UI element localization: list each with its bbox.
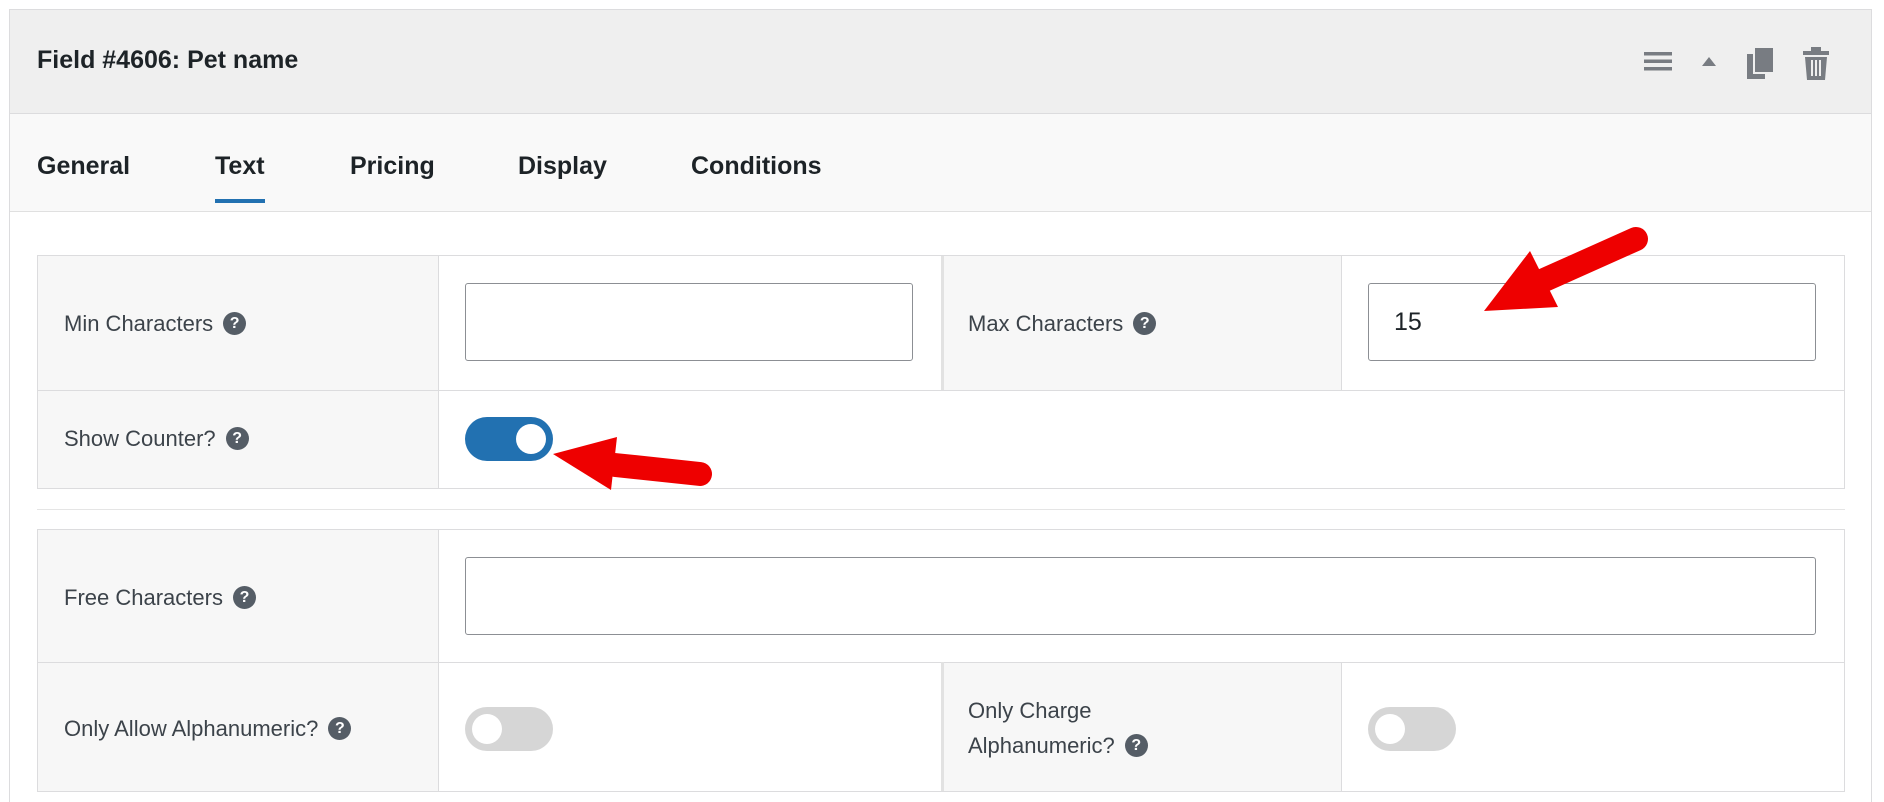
only-charge-text-line1: Only Charge: [968, 698, 1092, 723]
label-column: [38, 530, 438, 791]
panel-title: Field #4606: Pet name: [37, 46, 299, 74]
show-counter-text: Show Counter?: [64, 426, 216, 451]
help-icon[interactable]: ?: [232, 585, 256, 609]
label-column: [38, 256, 438, 488]
free-characters-text: Free Characters: [64, 585, 223, 610]
free-characters-label: Free Characters?: [64, 585, 256, 611]
divider: [1341, 662, 1342, 791]
panel-header: Field #4606: Pet name: [10, 10, 1871, 114]
only-charge-alphanumeric-label: Only Charge Alphanumeric??: [968, 693, 1148, 763]
section-separator: [37, 509, 1845, 510]
help-icon[interactable]: ?: [1124, 733, 1148, 757]
show-counter-label: Show Counter??: [64, 426, 249, 452]
show-counter-toggle[interactable]: [465, 417, 553, 461]
menu-icon[interactable]: [1643, 46, 1673, 76]
collapse-up-icon[interactable]: [1699, 46, 1719, 76]
free-characters-input[interactable]: [465, 557, 1816, 635]
min-characters-text: Min Characters: [64, 311, 214, 336]
tab-text[interactable]: Text: [215, 152, 265, 203]
settings-table-1: Min Characters? Max Characters? 15 Show …: [37, 255, 1845, 489]
trash-icon[interactable]: [1801, 46, 1831, 82]
only-allow-alphanumeric-label: Only Allow Alphanumeric??: [64, 716, 352, 742]
min-characters-label: Min Characters?: [64, 311, 247, 337]
settings-table-2: Free Characters? Only Allow Alphanumeric…: [37, 529, 1845, 792]
max-characters-text: Max Characters: [968, 311, 1124, 336]
min-characters-input[interactable]: [465, 283, 913, 361]
only-allow-alphanumeric-toggle[interactable]: [465, 707, 553, 751]
only-charge-text-line2: Alphanumeric?: [968, 733, 1115, 758]
help-icon[interactable]: ?: [1133, 311, 1157, 335]
tab-pricing[interactable]: Pricing: [350, 152, 435, 203]
divider: [438, 530, 439, 791]
max-characters-input[interactable]: 15: [1368, 283, 1816, 361]
tab-conditions[interactable]: Conditions: [691, 152, 822, 203]
tab-display[interactable]: Display: [518, 152, 607, 203]
help-icon[interactable]: ?: [328, 716, 352, 740]
tab-general[interactable]: General: [37, 152, 130, 203]
help-icon[interactable]: ?: [223, 311, 247, 335]
divider: [38, 390, 1844, 391]
toggle-knob: [1375, 714, 1405, 744]
toggle-knob: [516, 424, 546, 454]
divider: [941, 662, 944, 791]
only-charge-alphanumeric-toggle[interactable]: [1368, 707, 1456, 751]
only-allow-alphanumeric-text: Only Allow Alphanumeric?: [64, 716, 319, 741]
divider: [941, 256, 944, 390]
duplicate-icon[interactable]: [1745, 46, 1777, 82]
divider: [1341, 256, 1342, 390]
tab-bar: General Text Pricing Display Conditions: [10, 114, 1871, 212]
toggle-knob: [472, 714, 502, 744]
max-characters-label: Max Characters?: [968, 311, 1157, 337]
help-icon[interactable]: ?: [225, 426, 249, 450]
divider: [438, 256, 439, 488]
